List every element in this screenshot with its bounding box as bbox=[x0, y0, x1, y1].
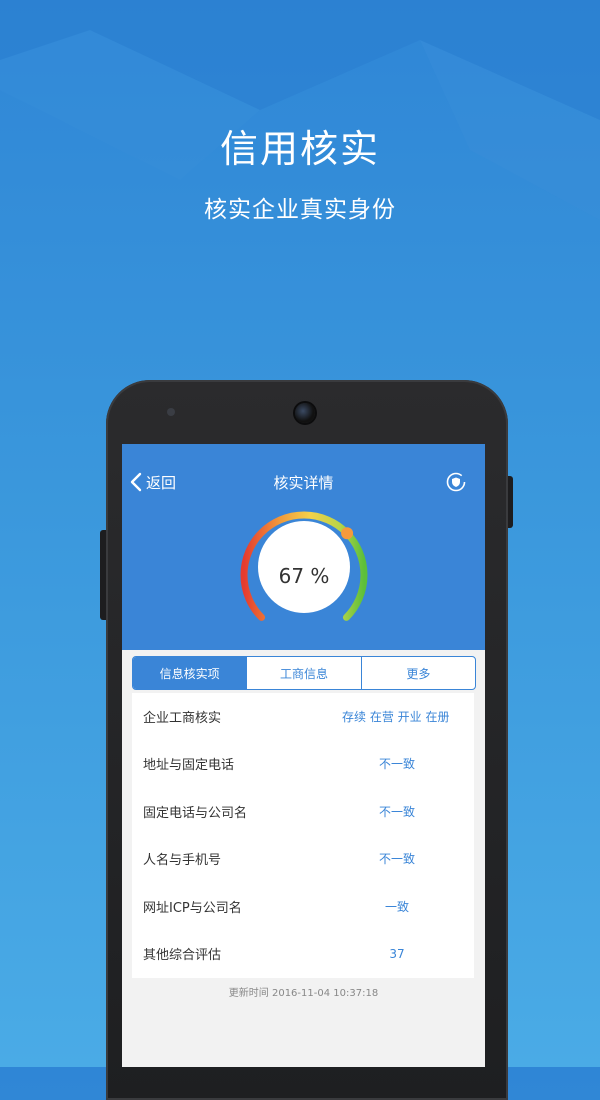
row-label: 企业工商核实 bbox=[143, 711, 222, 726]
shield-icon[interactable] bbox=[445, 471, 467, 493]
phone-camera bbox=[295, 403, 315, 423]
row-label: 地址与固定电话 bbox=[143, 758, 235, 773]
list-item[interactable]: 企业工商核实 存续 在营 开业 在册 bbox=[132, 693, 474, 740]
gauge-marker bbox=[341, 527, 354, 540]
tab-business-info[interactable]: 工商信息 bbox=[246, 657, 360, 689]
row-value: 不一致 bbox=[378, 852, 415, 866]
promo-title: 信用核实 bbox=[219, 127, 380, 171]
phone-sensor bbox=[167, 408, 175, 416]
promo-subtitle: 核实企业真实身份 bbox=[204, 197, 396, 223]
row-value: 37 bbox=[389, 946, 405, 961]
tab-info-check[interactable]: 信息核实项 bbox=[133, 657, 247, 689]
verification-list: 企业工商核实 存续 在营 开业 在册 地址与固定电话 不一致 固定电话与公司名 … bbox=[132, 693, 474, 978]
row-label: 固定电话与公司名 bbox=[143, 806, 248, 821]
row-value: 存续 在营 开业 在册 bbox=[342, 710, 450, 724]
list-item[interactable]: 人名与手机号 不一致 bbox=[132, 835, 474, 882]
list-item[interactable]: 网址ICP与公司名 一致 bbox=[132, 883, 474, 930]
row-label: 人名与手机号 bbox=[143, 853, 222, 868]
update-timestamp: 更新时间 2016-11-04 10:37:18 bbox=[228, 988, 379, 999]
row-label: 网址ICP与公司名 bbox=[143, 901, 242, 916]
tab-more[interactable]: 更多 bbox=[360, 657, 475, 689]
phone-screen: 返回 核实详情 67 % 信息核实项 工商信息 更多 企业工商核实 存续 在营 … bbox=[122, 444, 485, 1067]
list-item[interactable]: 其他综合评估 37 bbox=[132, 930, 474, 977]
list-item[interactable]: 地址与固定电话 不一致 bbox=[132, 740, 474, 787]
list-item[interactable]: 固定电话与公司名 不一致 bbox=[132, 788, 474, 835]
gauge-percent-label: 67 % bbox=[278, 564, 330, 588]
row-value: 不一致 bbox=[378, 805, 415, 819]
row-value: 一致 bbox=[384, 900, 409, 914]
tab-bar: 信息核实项 工商信息 更多 bbox=[132, 656, 476, 690]
row-value: 不一致 bbox=[378, 757, 415, 771]
page-title: 核实详情 bbox=[273, 474, 334, 492]
row-label: 其他综合评估 bbox=[143, 948, 222, 963]
